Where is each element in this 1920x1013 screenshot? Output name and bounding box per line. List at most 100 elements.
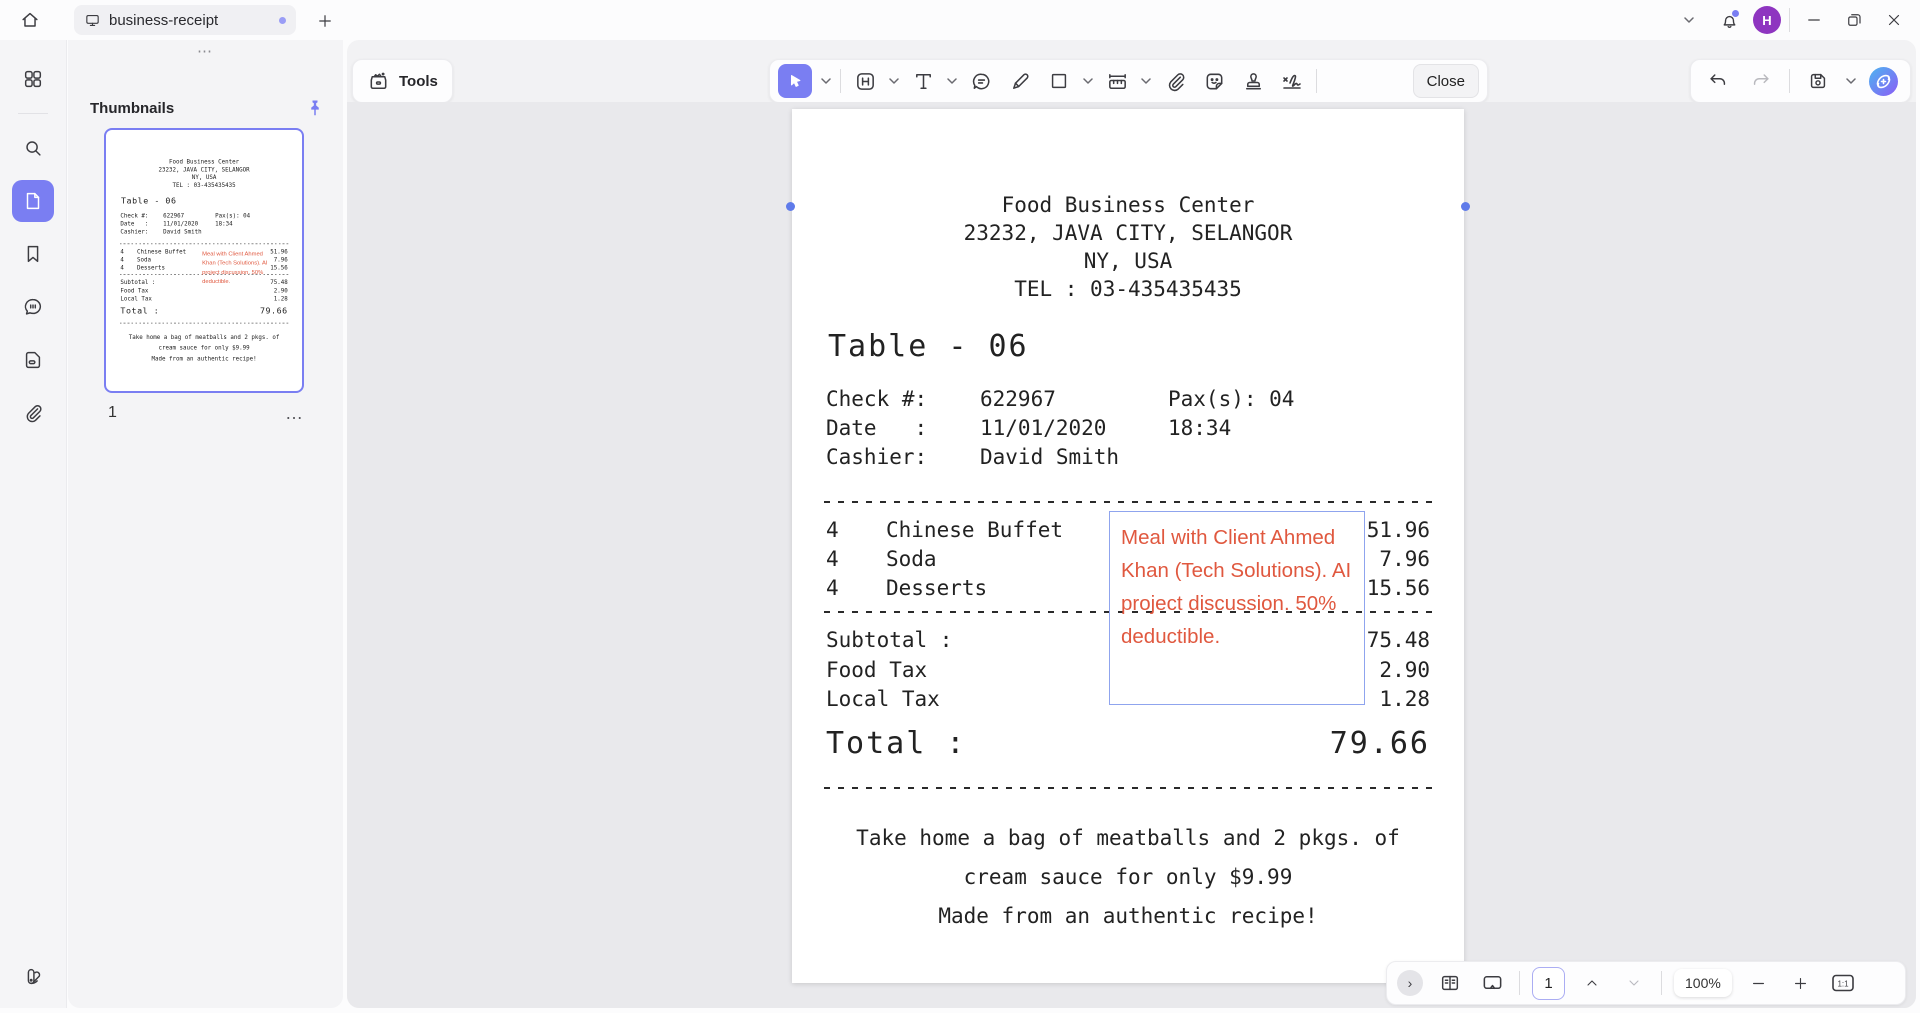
collapse-statusbar-button[interactable]: › — [1397, 970, 1423, 996]
search-button[interactable] — [12, 127, 54, 169]
close-icon — [1885, 11, 1903, 29]
chevron-up-icon — [1584, 975, 1600, 991]
unsaved-dot-icon — [279, 17, 286, 24]
comment-tool-button[interactable] — [966, 64, 996, 98]
restore-icon — [1845, 11, 1863, 29]
status-bar: › 1 100% 1:1 — [1386, 961, 1906, 1005]
redo-button[interactable] — [1746, 64, 1776, 98]
account-dropdown-button[interactable] — [1673, 4, 1705, 36]
heading-tool-button[interactable] — [850, 64, 880, 98]
thumbnails-panel: ⋯ Thumbnails Food Business Center 23232,… — [68, 40, 343, 1008]
monitor-icon — [84, 12, 101, 29]
new-tab-button[interactable] — [312, 8, 338, 34]
restore-button[interactable] — [1838, 4, 1870, 36]
sticker-tool-button[interactable] — [1199, 64, 1229, 98]
highlighter-icon — [1009, 70, 1032, 93]
thumbnail-more-button[interactable]: … — [285, 408, 304, 418]
document-tab[interactable]: business-receipt — [74, 5, 296, 35]
pin-icon[interactable] — [305, 98, 325, 118]
receipt-line: NY, USA — [792, 247, 1464, 275]
tab-title: business-receipt — [109, 12, 271, 29]
reading-view-button[interactable] — [1435, 968, 1465, 998]
sticker-icon — [1203, 70, 1226, 93]
close-toolbar-button[interactable]: Close — [1413, 64, 1479, 98]
info-row: Check #:622967Pax(s): 04 — [826, 385, 1430, 414]
attach-tool-button[interactable] — [1160, 64, 1190, 98]
select-tool-button[interactable] — [778, 64, 812, 98]
receipt-line: cream sauce for only $9.99 — [792, 858, 1464, 897]
thumbnail-preview: Food Business Center 23232, JAVA CITY, S… — [111, 135, 297, 383]
annotation-resize-handle-left[interactable] — [786, 202, 795, 211]
chevron-down-icon[interactable] — [947, 78, 957, 84]
receipt-line: Food Business Center — [792, 191, 1464, 219]
page-icon — [22, 190, 44, 212]
file-slot-icon — [22, 349, 44, 371]
minus-icon — [1750, 975, 1767, 992]
panel-header: Thumbnails — [90, 98, 325, 118]
ai-assistant-button[interactable] — [1869, 67, 1898, 96]
previous-page-button[interactable] — [1577, 968, 1607, 998]
avatar[interactable]: H — [1753, 6, 1781, 34]
tools-button[interactable]: Tools — [352, 59, 453, 103]
page-number-input[interactable]: 1 — [1532, 967, 1565, 1000]
document-viewport[interactable]: Food Business Center 23232, JAVA CITY, S… — [347, 102, 1916, 1008]
receipt-header: Food Business Center 23232, JAVA CITY, S… — [792, 109, 1464, 303]
minimize-button[interactable] — [1798, 4, 1830, 36]
home-button[interactable] — [12, 2, 48, 38]
attachments-page-button[interactable] — [12, 339, 54, 381]
cursor-icon — [786, 72, 805, 91]
zoom-out-button[interactable] — [1744, 968, 1774, 998]
actual-size-button[interactable]: 1:1 — [1828, 968, 1858, 998]
apps-grid-icon — [22, 68, 44, 90]
comments-button[interactable] — [12, 286, 54, 328]
square-icon — [1048, 70, 1070, 92]
chevron-down-icon[interactable] — [1083, 78, 1093, 84]
signature-icon — [1280, 69, 1304, 93]
divider — [1661, 971, 1662, 995]
swatches-button[interactable] — [12, 956, 54, 998]
mini-text: Food Business Center — [111, 158, 297, 166]
text-tool-button[interactable] — [908, 64, 938, 98]
paperclip-button[interactable] — [12, 392, 54, 434]
minimize-icon — [1805, 11, 1823, 29]
document-area: Tools — [347, 40, 1916, 1008]
bookmark-icon — [22, 243, 44, 265]
shape-tool-button[interactable] — [1044, 64, 1074, 98]
thumbnails-panel-button[interactable] — [12, 180, 54, 222]
close-window-button[interactable] — [1878, 4, 1910, 36]
zoom-level[interactable]: 100% — [1674, 969, 1732, 997]
chevron-down-icon — [1626, 975, 1642, 991]
rail-divider — [18, 113, 48, 114]
bookmarks-button[interactable] — [12, 233, 54, 275]
undo-icon — [1707, 70, 1729, 92]
panel-title: Thumbnails — [90, 100, 305, 117]
highlighter-tool-button[interactable] — [1005, 64, 1035, 98]
next-page-button[interactable] — [1619, 968, 1649, 998]
chevron-down-icon[interactable] — [1846, 78, 1856, 84]
notifications-button[interactable] — [1713, 4, 1745, 36]
stamp-tool-button[interactable] — [1238, 64, 1268, 98]
text-annotation[interactable]: Meal with Client Ahmed Khan (Tech Soluti… — [1109, 511, 1365, 705]
chevron-down-icon[interactable] — [1141, 78, 1151, 84]
titlebar: business-receipt H — [0, 0, 1920, 40]
info-row: Cashier:David Smith — [826, 443, 1430, 472]
receipt-footer: Take home a bag of meatballs and 2 pkgs.… — [792, 819, 1464, 936]
annotation-resize-handle-right[interactable] — [1461, 202, 1470, 211]
page-thumbnail[interactable]: Food Business Center 23232, JAVA CITY, S… — [104, 128, 304, 393]
chevron-down-icon[interactable] — [821, 78, 831, 84]
info-row: Date :11/01/202018:34 — [826, 414, 1430, 443]
apps-grid-button[interactable] — [12, 58, 54, 100]
measure-tool-button[interactable] — [1102, 64, 1132, 98]
signature-tool-button[interactable] — [1277, 64, 1307, 98]
thumbnail-meta: 1 … — [108, 404, 304, 422]
undo-button[interactable] — [1703, 64, 1733, 98]
panel-drag-handle[interactable]: ⋯ — [197, 42, 214, 60]
book-view-icon — [1439, 972, 1461, 994]
chevron-down-icon[interactable] — [889, 78, 899, 84]
presentation-button[interactable] — [1477, 968, 1507, 998]
receipt-line: Made from an authentic recipe! — [792, 897, 1464, 936]
one-to-one-icon: 1:1 — [1831, 973, 1855, 993]
save-button[interactable] — [1803, 64, 1833, 98]
zoom-in-button[interactable] — [1786, 968, 1816, 998]
dashed-divider — [824, 787, 1432, 789]
